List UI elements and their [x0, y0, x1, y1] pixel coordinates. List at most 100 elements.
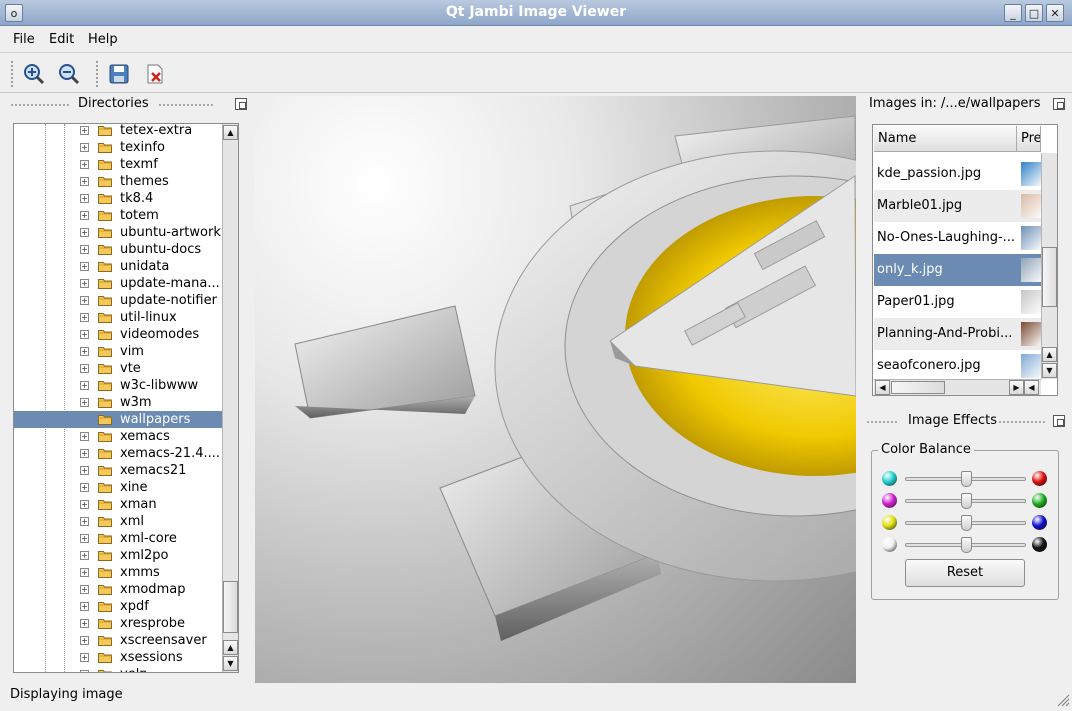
scroll-thumb[interactable] [1042, 247, 1057, 307]
expand-icon[interactable]: + [80, 568, 89, 577]
float-images-icon[interactable] [1053, 98, 1065, 110]
tree-item[interactable]: + totem [14, 207, 223, 224]
expand-icon[interactable]: + [80, 364, 89, 373]
file-list-vscrollbar[interactable]: ▲ ▼ [1041, 153, 1057, 379]
file-list-hscrollbar[interactable]: ◀ ▶ ◀ [874, 379, 1041, 395]
directory-tree[interactable]: + tetex-extra + texinfo + texmf + themes + tk8.4 +… [13, 123, 239, 673]
slider-handle[interactable] [960, 471, 972, 487]
scroll-thumb[interactable] [223, 581, 238, 633]
expand-icon[interactable]: + [80, 585, 89, 594]
expand-icon[interactable]: + [80, 381, 89, 390]
scroll-up-icon[interactable]: ▲ [1042, 347, 1057, 362]
tree-item[interactable]: + xml2po [14, 547, 223, 564]
tree-item[interactable]: + xmodmap [14, 581, 223, 598]
tree-item[interactable]: + vim [14, 343, 223, 360]
scroll-thumb[interactable] [891, 381, 945, 394]
scroll-up-icon[interactable]: ▲ [223, 640, 238, 655]
tree-item[interactable]: + w3m [14, 394, 223, 411]
expand-icon[interactable]: + [80, 279, 89, 288]
tree-item[interactable]: + xresprobe [14, 615, 223, 632]
slider-handle[interactable] [960, 515, 972, 531]
column-header-preview[interactable]: Pre [1017, 126, 1041, 152]
tree-scrollbar[interactable]: ▲ ▲ ▼ [222, 124, 238, 672]
float-effects-icon[interactable] [1053, 415, 1065, 427]
file-row[interactable]: Paper01.jpg [874, 286, 1043, 318]
tree-item[interactable]: + xemacs [14, 428, 223, 445]
slider-handle[interactable] [960, 493, 972, 509]
resize-grip-icon[interactable] [1056, 693, 1070, 707]
column-header-name[interactable]: Name [874, 126, 1017, 152]
slider-handle[interactable] [960, 537, 972, 553]
scroll-down-icon[interactable]: ▼ [223, 656, 238, 671]
tree-item[interactable]: + vte [14, 360, 223, 377]
scroll-right-icon[interactable]: ▶ [1009, 380, 1024, 395]
expand-icon[interactable]: + [80, 602, 89, 611]
tree-item[interactable]: + xml [14, 513, 223, 530]
toolbar-grip-2[interactable] [95, 60, 99, 88]
expand-icon[interactable]: + [80, 432, 89, 441]
file-row[interactable]: only_k.jpg [874, 254, 1043, 286]
expand-icon[interactable]: + [80, 177, 89, 186]
tree-item[interactable]: + ubuntu-docs [14, 241, 223, 258]
expand-icon[interactable]: + [80, 347, 89, 356]
expand-icon[interactable]: + [80, 636, 89, 645]
tree-item[interactable]: + xine [14, 479, 223, 496]
menu-help[interactable]: Help [88, 32, 118, 47]
expand-icon[interactable]: + [80, 517, 89, 526]
close-file-icon[interactable] [142, 61, 168, 87]
tree-item[interactable]: + tk8.4 [14, 190, 223, 207]
float-directories-icon[interactable] [235, 98, 247, 110]
expand-icon[interactable]: + [80, 330, 89, 339]
scroll-down-icon[interactable]: ▼ [1042, 363, 1057, 378]
tree-item[interactable]: + videomodes [14, 326, 223, 343]
expand-icon[interactable]: + [80, 262, 89, 271]
tree-item[interactable]: + ubuntu-artwork [14, 224, 223, 241]
expand-icon[interactable]: + [80, 398, 89, 407]
zoom-out-icon[interactable] [56, 61, 82, 87]
expand-icon[interactable]: + [80, 500, 89, 509]
tree-item[interactable]: + w3c-libwww [14, 377, 223, 394]
expand-icon[interactable]: + [80, 143, 89, 152]
scroll-left-icon[interactable]: ◀ [875, 380, 890, 395]
tree-item[interactable]: + xemacs-21.4.... [14, 445, 223, 462]
expand-icon[interactable]: + [80, 313, 89, 322]
tree-item[interactable]: + xpdf [14, 598, 223, 615]
tree-item[interactable]: + xemacs21 [14, 462, 223, 479]
tree-item[interactable]: + util-linux [14, 309, 223, 326]
expand-icon[interactable]: + [80, 160, 89, 169]
file-row[interactable]: Marble01.jpg [874, 190, 1043, 222]
expand-icon[interactable]: + [80, 466, 89, 475]
expand-icon[interactable]: + [80, 126, 89, 135]
reset-button[interactable]: Reset [905, 559, 1025, 587]
tree-item[interactable]: + update-mana... [14, 275, 223, 292]
menu-file[interactable]: File [13, 32, 35, 47]
expand-icon[interactable]: + [80, 228, 89, 237]
tree-item[interactable]: + xmms [14, 564, 223, 581]
tree-item[interactable]: + themes [14, 173, 223, 190]
maximize-icon[interactable]: □ [1025, 4, 1043, 22]
image-file-list[interactable]: Name Pre kde_passion.jpg Marble01.jpg No-O… [872, 124, 1058, 396]
minimize-icon[interactable]: _ [1004, 4, 1022, 22]
tree-item[interactable]: + tetex-extra [14, 124, 223, 139]
file-row[interactable]: seaofconero.jpg [874, 350, 1043, 382]
tree-item[interactable]: + xml-core [14, 530, 223, 547]
tree-item[interactable]: + xman [14, 496, 223, 513]
expand-icon[interactable]: + [80, 483, 89, 492]
zoom-in-icon[interactable] [21, 61, 47, 87]
close-icon[interactable]: ✕ [1046, 4, 1064, 22]
scroll-left-icon[interactable]: ◀ [1024, 380, 1039, 395]
expand-icon[interactable]: + [80, 194, 89, 203]
expand-icon[interactable]: + [80, 670, 89, 672]
tree-item[interactable]: +wallpapers [14, 411, 223, 428]
expand-icon[interactable]: + [80, 449, 89, 458]
tree-item[interactable]: + yelp [14, 666, 223, 672]
toolbar-grip[interactable] [10, 60, 14, 88]
menu-edit[interactable]: Edit [49, 32, 74, 47]
expand-icon[interactable]: + [80, 551, 89, 560]
expand-icon[interactable]: + [80, 534, 89, 543]
tree-item[interactable]: + xscreensaver [14, 632, 223, 649]
expand-icon[interactable]: + [80, 619, 89, 628]
file-row[interactable]: No-Ones-Laughing-... [874, 222, 1043, 254]
tree-item[interactable]: + texinfo [14, 139, 223, 156]
file-row[interactable]: Planning-And-Probi... [874, 318, 1043, 350]
